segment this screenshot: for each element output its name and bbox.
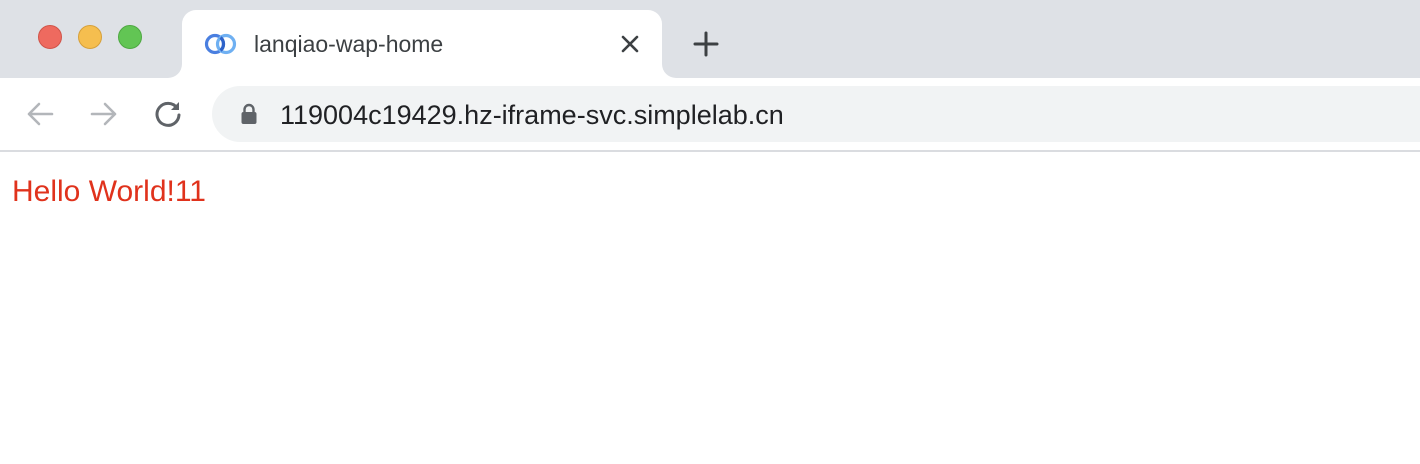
tab-active[interactable]: lanqiao-wap-home [182, 10, 662, 78]
close-icon[interactable] [618, 32, 642, 56]
browser-window: lanqiao-wap-home 119004c19429.hz-iframe-… [0, 0, 1420, 464]
plus-icon[interactable] [690, 28, 722, 60]
arrow-right-icon[interactable] [88, 98, 120, 130]
url-text[interactable]: 119004c19429.hz-iframe-svc.simplelab.cn [280, 99, 784, 131]
window-minimize-button[interactable] [78, 25, 102, 49]
browser-toolbar: 119004c19429.hz-iframe-svc.simplelab.cn [0, 78, 1420, 152]
lock-icon[interactable] [240, 103, 258, 125]
window-zoom-button[interactable] [118, 25, 142, 49]
tab-strip: lanqiao-wap-home [0, 0, 1420, 78]
tab-title: lanqiao-wap-home [254, 31, 444, 57]
hello-world-text: Hello World!11 [12, 175, 206, 208]
page-content: Hello World!11 [0, 152, 1420, 464]
reload-icon[interactable] [152, 98, 184, 130]
window-close-button[interactable] [38, 25, 62, 49]
address-bar[interactable]: 119004c19429.hz-iframe-svc.simplelab.cn [212, 86, 1420, 142]
arrow-left-icon[interactable] [24, 98, 56, 130]
lanqiao-logo-icon [204, 33, 237, 55]
